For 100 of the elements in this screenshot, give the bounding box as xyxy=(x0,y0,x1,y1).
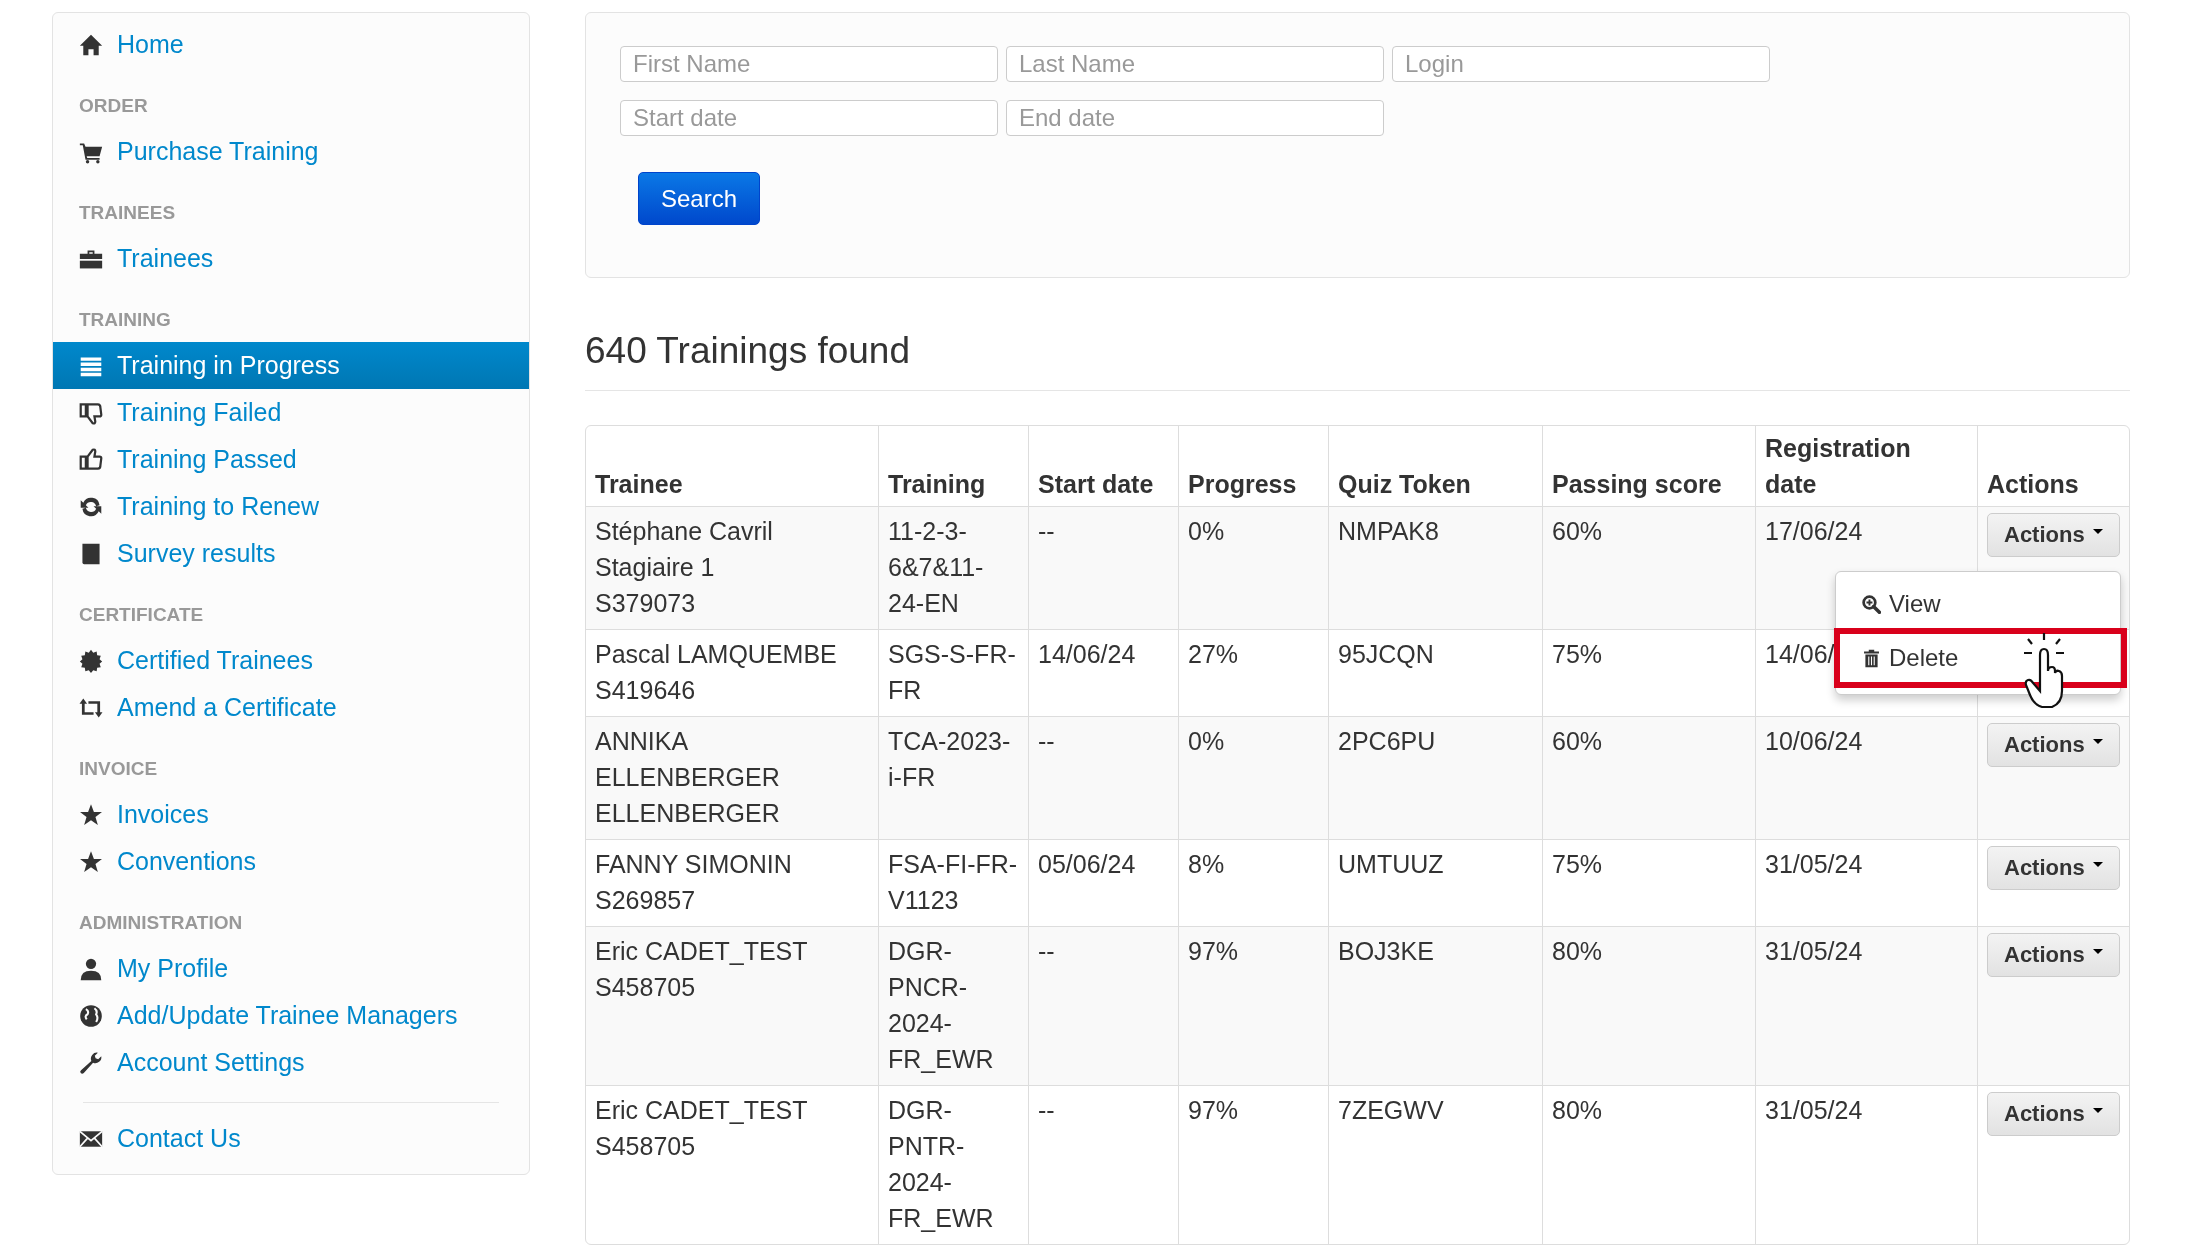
trainee-name: Pascal LAMQUEMBE xyxy=(595,639,838,670)
registration-date: 31/05/24 xyxy=(1765,1096,1863,1124)
sidebar-item[interactable]: Conventions xyxy=(53,838,529,885)
progress-value: 8% xyxy=(1188,850,1225,878)
actions-dropdown-button[interactable]: Actions xyxy=(1987,846,2120,890)
start-date: 14/06/24 xyxy=(1038,640,1136,668)
passing-score: 80% xyxy=(1552,937,1603,965)
training-code: 11-2-3-6&7&11-24-EN xyxy=(888,517,984,617)
thumbs-up-icon xyxy=(79,447,103,472)
column-header: Trainee xyxy=(595,470,683,498)
sidebar-item[interactable]: Training Failed xyxy=(53,389,529,436)
column-header: Actions xyxy=(1987,470,2079,498)
start-date: -- xyxy=(1038,517,1055,545)
registration-date: 14/06/ xyxy=(1765,640,1835,668)
nav-section-heading: TRAINEES xyxy=(78,201,177,225)
actions-dropdown-button[interactable]: Actions xyxy=(1987,933,2120,977)
nav-section-heading: ADMINISTRATION xyxy=(78,911,244,935)
passing-score: 75% xyxy=(1552,850,1603,878)
training-code: FSA-FI-FR-V1123 xyxy=(888,850,1018,914)
quiz-token: UMTUUZ xyxy=(1338,850,1444,878)
progress-value: 0% xyxy=(1188,727,1225,755)
nav-section-heading: TRAINING xyxy=(78,308,172,332)
passing-score: 60% xyxy=(1552,727,1603,755)
sidebar-item[interactable]: Amend a Certificate xyxy=(53,684,529,731)
sidebar-item[interactable]: Training Passed xyxy=(53,436,529,483)
quiz-token: 7ZEGWV xyxy=(1338,1096,1444,1124)
search-field[interactable]: Last Name xyxy=(1006,46,1384,82)
quiz-token: 95JCQN xyxy=(1338,640,1434,668)
quiz-token: 2PC6PU xyxy=(1338,727,1436,755)
sidebar-item[interactable]: Trainees xyxy=(53,235,529,282)
menu-item[interactable]: View xyxy=(1836,580,2120,628)
registration-date: 10/06/24 xyxy=(1765,727,1863,755)
passing-score: 60% xyxy=(1552,517,1603,545)
caret-icon xyxy=(2092,1108,2103,1114)
trash-icon xyxy=(1862,648,1881,668)
training-code: DGR-PNTR-2024-FR_EWR xyxy=(888,1096,994,1232)
trainee-id: S419646 xyxy=(595,675,697,706)
sidebar-item[interactable]: Training to Renew xyxy=(53,483,529,530)
trainee-name: ANNIKA ELLENBERGER ELLENBERGER xyxy=(595,726,781,829)
start-date: 05/06/24 xyxy=(1038,850,1136,878)
passing-score: 75% xyxy=(1552,640,1603,668)
sidebar-item[interactable]: Certified Trainees xyxy=(53,637,529,684)
training-code: TCA-2023-i-FR xyxy=(888,727,1011,791)
trainee-id: S458705 xyxy=(595,972,697,1003)
column-header: Passing score xyxy=(1552,470,1722,498)
actions-dropdown-button[interactable]: Actions xyxy=(1987,1092,2120,1136)
sidebar-item[interactable]: Invoices xyxy=(53,791,529,838)
actions-dropdown-button[interactable]: Actions xyxy=(1987,513,2120,557)
training-code: SGS-S-FR-FR xyxy=(888,640,1016,704)
trainee-id: S458705 xyxy=(595,1131,697,1162)
nav-section-heading: CERTIFICATE xyxy=(78,603,205,627)
start-date: -- xyxy=(1038,727,1055,755)
home-icon xyxy=(79,32,103,57)
actions-dropdown-button[interactable]: Actions xyxy=(1987,723,2120,767)
sidebar-item[interactable]: Purchase Training xyxy=(53,128,529,175)
caret-icon xyxy=(2092,862,2103,868)
thumbs-down-icon xyxy=(79,400,103,425)
start-date: -- xyxy=(1038,1096,1055,1124)
quiz-token: NMPAK8 xyxy=(1338,517,1439,545)
search-field[interactable]: First Name xyxy=(620,46,998,82)
caret-icon xyxy=(2092,529,2103,535)
progress-value: 97% xyxy=(1188,937,1239,965)
progress-value: 97% xyxy=(1188,1096,1239,1124)
search-button[interactable]: Search xyxy=(638,172,761,225)
search-field[interactable]: Login xyxy=(1392,46,1770,82)
user-icon xyxy=(79,956,103,981)
column-header: Registration date xyxy=(1765,434,1911,498)
registration-date: 31/05/24 xyxy=(1765,937,1863,965)
column-header: Training xyxy=(888,470,986,498)
trainee-id: S269857 xyxy=(595,885,697,916)
registration-date: 31/05/24 xyxy=(1765,850,1863,878)
sidebar-item[interactable]: Survey results xyxy=(53,530,529,577)
search-field[interactable]: Start date xyxy=(620,100,998,136)
book-icon xyxy=(79,541,103,566)
progress-value: 27% xyxy=(1188,640,1239,668)
progress-value: 0% xyxy=(1188,517,1225,545)
globe-icon xyxy=(79,1003,103,1028)
trainee-name: Eric CADET_TEST xyxy=(595,1095,809,1126)
sidebar-item[interactable]: Training in Progress xyxy=(53,342,529,389)
sidebar-item[interactable]: Add/Update Trainee Managers xyxy=(53,992,529,1039)
trainee-name: FANNY SIMONIN xyxy=(595,849,793,880)
search-field[interactable]: End date xyxy=(1006,100,1384,136)
sidebar-item[interactable]: Home xyxy=(53,21,529,68)
registration-date: 17/06/24 xyxy=(1765,517,1863,545)
wrench-icon xyxy=(79,1050,103,1075)
nav-section-heading: INVOICE xyxy=(78,757,159,781)
sidebar-item[interactable]: My Profile xyxy=(53,945,529,992)
column-header: Quiz Token xyxy=(1338,470,1471,498)
caret-icon xyxy=(2092,949,2103,955)
passing-score: 80% xyxy=(1552,1096,1603,1124)
caret-icon xyxy=(2092,739,2103,745)
sidebar-item[interactable]: Contact Us xyxy=(53,1115,529,1162)
quiz-token: BOJ3KE xyxy=(1338,937,1434,965)
trainee-name: Eric CADET_TEST xyxy=(595,936,809,967)
menu-item[interactable]: Delete xyxy=(1834,628,2127,688)
sidebar-item[interactable]: Account Settings xyxy=(53,1039,529,1086)
trainee-id: S379073 xyxy=(595,588,697,619)
column-header: Progress xyxy=(1188,470,1297,498)
start-date: -- xyxy=(1038,937,1055,965)
trainee-name: Stéphane Cavril Stagiaire 1 xyxy=(595,516,774,583)
